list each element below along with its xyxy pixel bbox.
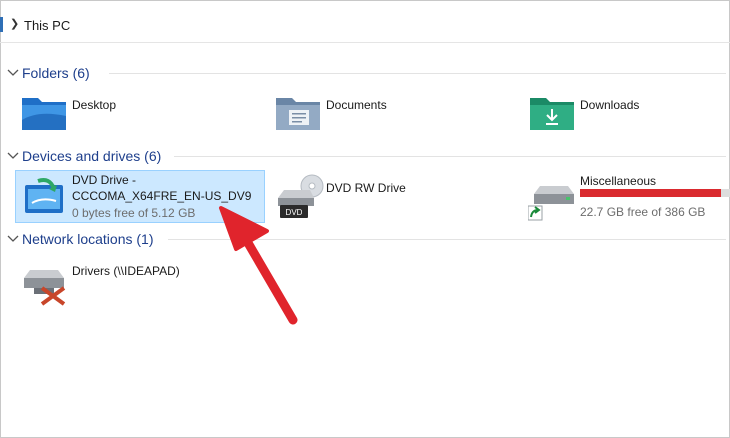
annotation-arrow-icon	[219, 206, 298, 325]
